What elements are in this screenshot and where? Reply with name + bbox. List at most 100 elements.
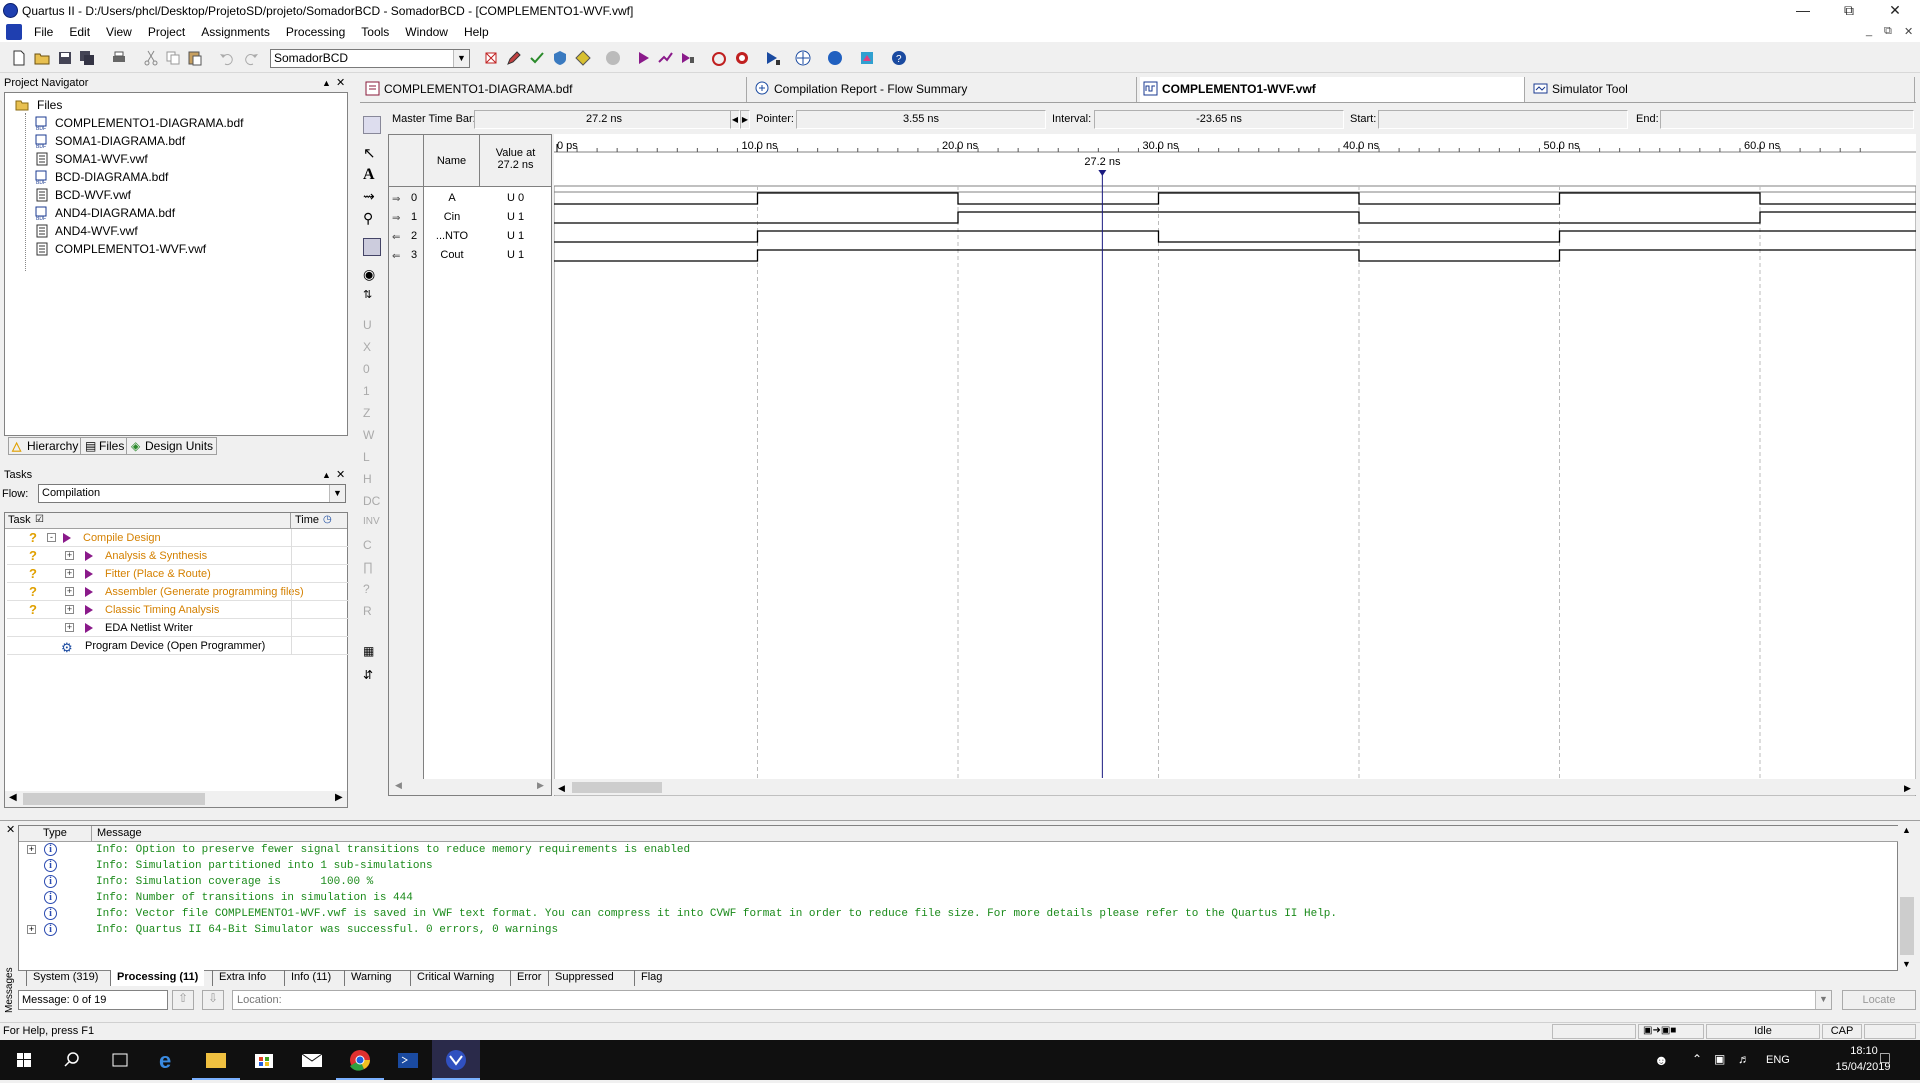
replace-icon[interactable]: ⇅ bbox=[363, 288, 381, 306]
menu-project[interactable]: Project bbox=[140, 22, 193, 42]
waveform-edit-icon[interactable]: ⇝ bbox=[363, 188, 381, 206]
signal-row[interactable]: ⇒ 0 A U 0 bbox=[389, 189, 551, 208]
time-bar-right-arrow[interactable]: ▶ bbox=[740, 110, 750, 129]
tab-hierarchy[interactable]: △ Hierarchy bbox=[8, 437, 83, 455]
messages-vscrollbar[interactable]: ▲ ▼ bbox=[1898, 825, 1916, 971]
panel-pin-icon[interactable]: ▲ bbox=[322, 468, 331, 482]
menu-assignments[interactable]: Assignments bbox=[193, 22, 278, 42]
pin-planner-icon[interactable] bbox=[482, 49, 500, 67]
previous-message-icon[interactable]: ⇧ bbox=[172, 990, 194, 1010]
chip-planner-icon[interactable] bbox=[794, 49, 812, 67]
location-field[interactable]: Location: ▼ bbox=[232, 990, 1832, 1010]
find-icon[interactable]: ◉ bbox=[363, 266, 381, 284]
play-icon[interactable] bbox=[85, 569, 93, 579]
message-tab[interactable]: Critical Warning bbox=[410, 970, 500, 986]
tray-chevron-up-icon[interactable]: ⌃ bbox=[1692, 1052, 1702, 1066]
task-row[interactable]: + EDA Netlist Writer bbox=[7, 619, 349, 637]
mdi-close-button[interactable]: ✕ bbox=[1904, 25, 1913, 38]
project-select[interactable]: SomadorBCD ▼ bbox=[270, 49, 470, 68]
panel-close-icon[interactable]: ✕ bbox=[336, 76, 345, 90]
file-item[interactable]: AND4-WVF.vwf bbox=[35, 222, 138, 240]
new-file-icon[interactable] bbox=[10, 49, 28, 67]
start-compilation-icon[interactable] bbox=[634, 49, 652, 67]
snap-to-grid-icon[interactable]: ▦ bbox=[363, 644, 381, 662]
weak-unknown-icon[interactable]: W bbox=[363, 428, 381, 446]
forcing-low-icon[interactable]: 0 bbox=[363, 362, 381, 380]
file-item[interactable]: BDF SOMA1-DIAGRAMA.bdf bbox=[35, 132, 185, 150]
file-item[interactable]: BDF COMPLEMENTO1-DIAGRAMA.bdf bbox=[35, 114, 243, 132]
notifications-icon[interactable]: □ bbox=[1880, 1050, 1890, 1068]
selection-tool-icon[interactable]: ↖ bbox=[363, 144, 381, 162]
doc-tab-simulator-tool[interactable]: Simulator Tool bbox=[1530, 77, 1915, 102]
save-all-icon[interactable] bbox=[78, 49, 96, 67]
waveform-canvas[interactable]: 0 ps 10.0 ns 20.0 ns 30.0 ns 40.0 ns 50.0 ns 6… bbox=[554, 134, 1916, 796]
play-icon[interactable] bbox=[85, 623, 93, 633]
pencil-icon[interactable] bbox=[505, 49, 523, 67]
task-row[interactable]: ? + Fitter (Place & Route) bbox=[7, 565, 349, 583]
menu-help[interactable]: Help bbox=[456, 22, 497, 42]
rtl-viewer-icon[interactable] bbox=[826, 49, 844, 67]
time-bar-left-arrow[interactable]: ◀ bbox=[730, 110, 740, 129]
simulation-stop-icon[interactable] bbox=[733, 49, 751, 67]
file-explorer-icon[interactable] bbox=[192, 1040, 240, 1080]
col-type[interactable]: Type bbox=[43, 827, 67, 839]
message-tab[interactable]: Error bbox=[510, 970, 547, 986]
store-icon[interactable] bbox=[240, 1040, 288, 1080]
stop-icon[interactable] bbox=[604, 49, 622, 67]
next-message-icon[interactable]: ⇩ bbox=[202, 990, 224, 1010]
col-task[interactable]: Task bbox=[8, 514, 31, 526]
menu-edit[interactable]: Edit bbox=[61, 22, 98, 42]
fullscreen-icon[interactable] bbox=[363, 238, 381, 256]
assignment-check-icon[interactable] bbox=[528, 49, 546, 67]
minimize-button[interactable]: — bbox=[1780, 0, 1826, 22]
arbitrary-value-icon[interactable]: ? bbox=[363, 582, 381, 600]
uninitialized-icon[interactable]: U bbox=[363, 318, 381, 336]
tab-design-units[interactable]: ◈ Design Units bbox=[126, 437, 218, 455]
mdi-restore-button[interactable]: ⧉ bbox=[1884, 25, 1892, 38]
document-menu-icon[interactable] bbox=[6, 24, 22, 40]
flow-select[interactable]: Compilation ▼ bbox=[38, 484, 346, 503]
text-tool-icon[interactable]: A bbox=[363, 166, 381, 184]
signal-row[interactable]: ⇒ 1 Cin U 1 bbox=[389, 208, 551, 227]
task-sort-icon[interactable]: ☑ bbox=[35, 514, 44, 525]
volume-icon[interactable]: ♬ bbox=[1738, 1052, 1750, 1066]
doc-tab-compilation-report[interactable]: Compilation Report - Flow Summary bbox=[752, 77, 1137, 102]
task-row[interactable]: ? + Analysis & Synthesis bbox=[7, 547, 349, 565]
play-icon[interactable] bbox=[63, 533, 71, 543]
collapse-icon[interactable]: - bbox=[47, 533, 56, 542]
high-impedance-icon[interactable]: Z bbox=[363, 406, 381, 424]
file-item[interactable]: BDF AND4-DIAGRAMA.bdf bbox=[35, 204, 175, 222]
forcing-unknown-icon[interactable]: X bbox=[363, 340, 381, 358]
invert-icon[interactable]: INV bbox=[363, 516, 381, 534]
search-icon[interactable] bbox=[48, 1040, 96, 1080]
forcing-high-icon[interactable]: 1 bbox=[363, 384, 381, 402]
task-row[interactable]: ⚙ Program Device (Open Programmer) bbox=[7, 637, 349, 655]
files-root[interactable]: Files bbox=[15, 96, 62, 114]
count-value-icon[interactable]: C bbox=[363, 538, 381, 556]
expand-icon[interactable]: + bbox=[65, 587, 74, 596]
expand-icon[interactable]: + bbox=[27, 845, 36, 854]
menu-processing[interactable]: Processing bbox=[278, 22, 353, 42]
powershell-icon[interactable] bbox=[384, 1040, 432, 1080]
file-item[interactable]: BCD-WVF.vwf bbox=[35, 186, 131, 204]
mdi-minimize-button[interactable]: _ bbox=[1866, 25, 1872, 37]
megawizard-icon[interactable] bbox=[858, 49, 876, 67]
undo-icon[interactable] bbox=[218, 49, 236, 67]
doc-tab-waveform[interactable]: COMPLEMENTO1-WVF.vwf bbox=[1140, 77, 1525, 102]
tasks-hscrollbar[interactable]: ◀ ▶ bbox=[5, 791, 347, 807]
file-item[interactable]: SOMA1-WVF.vwf bbox=[35, 150, 148, 168]
col-name[interactable]: Name bbox=[424, 135, 480, 187]
diamond-check-icon[interactable] bbox=[574, 49, 592, 67]
panel-pin-icon[interactable]: ▲ bbox=[322, 76, 331, 90]
programmer-icon[interactable] bbox=[764, 49, 782, 67]
messages-close-icon[interactable]: ✕ bbox=[6, 823, 15, 836]
timing-analysis-icon[interactable] bbox=[678, 49, 696, 67]
expand-icon[interactable]: + bbox=[65, 569, 74, 578]
open-folder-icon[interactable] bbox=[33, 49, 51, 67]
master-time-bar-value[interactable]: 27.2 ns bbox=[474, 110, 734, 129]
menu-file[interactable]: File bbox=[26, 22, 61, 42]
print-icon[interactable] bbox=[110, 49, 128, 67]
tab-files[interactable]: ▤ Files bbox=[80, 437, 129, 455]
sort-icon[interactable]: ⇵ bbox=[363, 668, 381, 686]
waveform-editor-icon[interactable] bbox=[363, 116, 381, 134]
